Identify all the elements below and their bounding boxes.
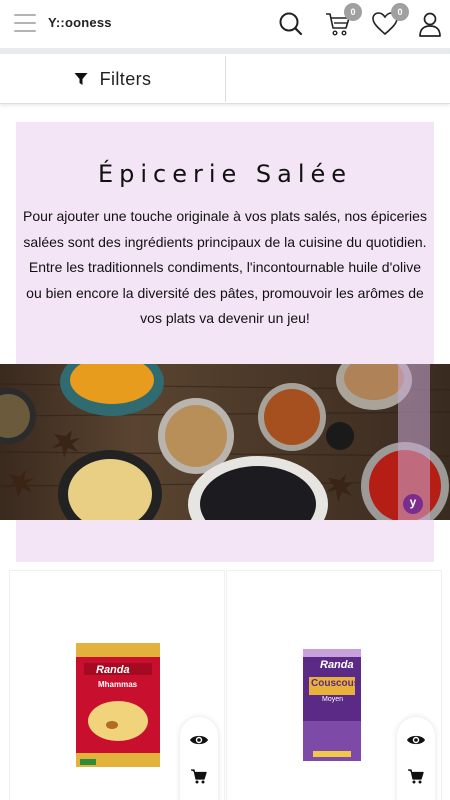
add-to-cart-button[interactable] [397,761,435,791]
wishlist-button[interactable]: 0 [371,3,409,38]
category-description: Pour ajouter une touche originale à vos … [20,204,430,332]
product-brand-label: Randa [320,659,354,671]
cart-button[interactable]: 0 [324,3,362,38]
search-icon[interactable] [277,10,305,38]
eye-icon [190,735,208,745]
product-grid: Randa Mhammas Randa Couscous Moyen [0,568,450,800]
wishlist-count-badge: 0 [391,3,409,21]
filter-icon [74,73,88,85]
cart-add-icon [408,768,424,783]
product-actions [397,717,435,800]
product-image [76,643,160,767]
add-to-cart-button[interactable] [180,761,218,791]
quick-view-button[interactable] [397,725,435,755]
category-image: y [0,364,450,520]
product-name-label: Mhammas [98,680,138,689]
category-description-p1: Pour ajouter une touche originale à vos … [23,208,427,250]
category-title: Épicerie Salée [97,160,353,188]
image-brand-badge: y [409,495,417,509]
product-variant-label: Moyen [322,696,344,703]
product-card[interactable]: Randa Couscous Moyen [226,570,442,800]
site-logo[interactable]: Y::ooness [48,15,112,30]
top-header: Y::ooness 0 0 [0,0,450,48]
eye-icon [407,735,425,745]
menu-icon[interactable] [14,14,36,32]
product-card[interactable]: Randa Mhammas [9,570,225,800]
product-brand-label: Randa [96,664,130,676]
category-description-p2: Entre les traditionnels condiments, l'in… [26,259,424,326]
quick-view-button[interactable] [180,725,218,755]
sort-area[interactable] [226,54,450,104]
user-icon[interactable] [416,10,444,38]
product-name-label: Couscous [311,678,360,689]
cart-add-icon [191,768,207,783]
cart-count-badge: 0 [344,3,362,21]
filters-label: Filters [99,68,152,89]
filters-bar: Filters [0,54,450,104]
filters-button[interactable]: Filters [0,54,225,104]
product-actions [180,717,218,800]
